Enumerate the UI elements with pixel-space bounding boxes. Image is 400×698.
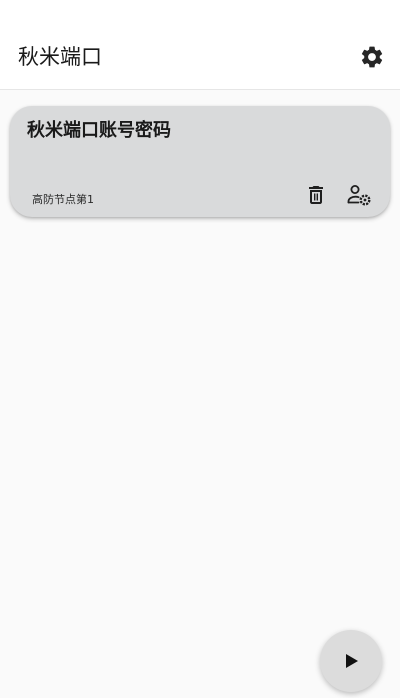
card-subtitle: 高防节点第1 (32, 193, 94, 206)
play-button[interactable] (320, 630, 382, 692)
page-title: 秋米端口 (18, 45, 102, 69)
app-bar: 秋米端口 (0, 0, 400, 90)
play-icon (346, 654, 358, 668)
manage-user-button[interactable] (345, 181, 373, 209)
app-screen: 秋米端口 秋米端口账号密码 高防节点第1 (0, 0, 400, 698)
gear-icon (361, 46, 383, 68)
trash-icon (309, 186, 323, 204)
user-settings-icon (347, 185, 371, 206)
settings-button[interactable] (358, 43, 386, 71)
card-title: 秋米端口账号密码 (27, 120, 171, 141)
account-card[interactable]: 秋米端口账号密码 高防节点第1 (10, 106, 390, 217)
delete-button[interactable] (302, 181, 330, 209)
